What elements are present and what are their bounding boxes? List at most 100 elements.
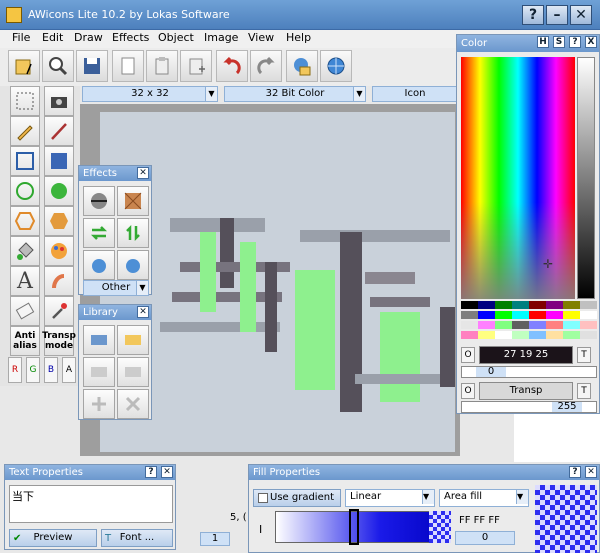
close-icon[interactable]: ✕: [585, 466, 597, 478]
sphere-effect-icon[interactable]: [83, 186, 115, 216]
opacity-toggle-2[interactable]: O: [461, 383, 475, 399]
preview-button[interactable]: ✔ Preview: [9, 529, 97, 547]
app-icon: [6, 7, 22, 23]
icon-combo[interactable]: Icon: [372, 86, 458, 102]
menu-help[interactable]: Help: [286, 31, 311, 44]
gradient-type-combo[interactable]: Linear ▼: [345, 489, 435, 507]
main-toolbar: [0, 48, 460, 86]
close-icon[interactable]: ✕: [161, 466, 173, 478]
color-swatches[interactable]: [461, 301, 597, 341]
color-panel: Color H S ? X ✛ O 27 19 25 T 0 O Transp …: [456, 34, 600, 414]
rgb-value-field[interactable]: 27 19 25: [479, 346, 573, 364]
chevron-down-icon: ▼: [516, 490, 528, 504]
effects-other-combo[interactable]: Other ▼: [83, 280, 149, 296]
zoom-icon[interactable]: [42, 50, 74, 82]
library-delete-icon[interactable]: [117, 389, 149, 419]
transp-color-field[interactable]: Transp: [479, 382, 573, 400]
flip-horizontal-icon[interactable]: [83, 218, 115, 248]
filled-rectangle-icon[interactable]: [44, 146, 74, 176]
channel-b[interactable]: B: [44, 357, 58, 383]
copy-icon[interactable]: [112, 50, 144, 82]
close-icon[interactable]: X: [585, 36, 597, 48]
channel-g[interactable]: G: [26, 357, 40, 383]
minimize-icon[interactable]: –: [546, 5, 568, 25]
save-icon[interactable]: [76, 50, 108, 82]
menu-file[interactable]: File: [12, 31, 30, 44]
menu-draw[interactable]: Draw: [74, 31, 103, 44]
rectangle-icon[interactable]: [10, 146, 40, 176]
library-save-icon[interactable]: [117, 325, 149, 355]
help-icon[interactable]: ?: [569, 36, 581, 48]
library-add-icon[interactable]: [83, 389, 115, 419]
globe-icon[interactable]: [320, 50, 352, 82]
alpha-slider[interactable]: 0: [461, 366, 597, 378]
color-spectrum[interactable]: [461, 57, 575, 299]
eraser-icon[interactable]: [10, 296, 40, 326]
opacity-toggle[interactable]: O: [461, 347, 475, 363]
status-page-field[interactable]: 1: [200, 532, 230, 546]
close-icon[interactable]: ✕: [137, 167, 149, 179]
color-panel-title: Color H S ? X: [457, 35, 599, 52]
web-export-icon[interactable]: [286, 50, 318, 82]
text-input[interactable]: 当下: [9, 485, 173, 523]
swatches-button[interactable]: S: [553, 36, 565, 48]
channel-a[interactable]: A: [62, 357, 76, 383]
transp-mode-toggle[interactable]: Transp mode: [42, 326, 76, 356]
fill-bucket-icon[interactable]: [10, 236, 40, 266]
fill-mode-combo[interactable]: Area fill ▼: [439, 489, 529, 507]
menu-view[interactable]: View: [248, 31, 274, 44]
antialias-toggle[interactable]: Anti alias: [10, 326, 40, 356]
depth-combo[interactable]: 32 Bit Color ▼: [224, 86, 366, 102]
menu-image[interactable]: Image: [204, 31, 238, 44]
library-add-image-icon[interactable]: [83, 357, 115, 387]
use-gradient-checkbox[interactable]: Use gradient: [253, 489, 341, 507]
text-panel-title: Text Properties ? ✕: [5, 465, 175, 480]
close-icon[interactable]: ✕: [137, 306, 149, 318]
transp-label: Transp mode: [42, 331, 76, 351]
drawing-canvas[interactable]: [100, 112, 455, 452]
undo-icon[interactable]: [216, 50, 248, 82]
help-icon[interactable]: ?: [569, 466, 581, 478]
font-button[interactable]: T Font ...: [101, 529, 173, 547]
menu-effects[interactable]: Effects: [112, 31, 149, 44]
filled-ellipse-icon[interactable]: [44, 176, 74, 206]
eyedropper-icon[interactable]: [44, 296, 74, 326]
paste-new-icon[interactable]: [180, 50, 212, 82]
camera-icon[interactable]: [44, 86, 74, 116]
open-icon[interactable]: [8, 50, 40, 82]
select-tool-icon[interactable]: [10, 86, 40, 116]
text-tool-icon[interactable]: A: [10, 266, 40, 296]
size-combo[interactable]: 32 x 32 ▼: [82, 86, 218, 102]
texture-effect-icon[interactable]: [117, 186, 149, 216]
transparency-toggle-2[interactable]: T: [577, 383, 591, 399]
gradient-stop[interactable]: [349, 509, 359, 545]
hexagon-icon[interactable]: [10, 206, 40, 236]
paste-icon[interactable]: [146, 50, 178, 82]
gradient-position-field[interactable]: 0: [455, 531, 515, 545]
pencil-icon[interactable]: [10, 116, 40, 146]
gradient-bar[interactable]: [275, 511, 451, 543]
help-icon[interactable]: ?: [145, 466, 157, 478]
canvas-pixel: [380, 312, 420, 402]
help-icon[interactable]: ?: [522, 5, 544, 25]
close-icon[interactable]: ✕: [570, 5, 592, 25]
hsv-button[interactable]: H: [537, 36, 549, 48]
library-export-icon[interactable]: [117, 357, 149, 387]
library-open-icon[interactable]: [83, 325, 115, 355]
ellipse-icon[interactable]: [10, 176, 40, 206]
redo-icon[interactable]: [250, 50, 282, 82]
rotate-right-icon[interactable]: [117, 250, 149, 280]
palette-icon[interactable]: [44, 236, 74, 266]
chevron-down-icon: ▼: [205, 87, 217, 101]
flip-vertical-icon[interactable]: [117, 218, 149, 248]
line-icon[interactable]: [44, 116, 74, 146]
smudge-icon[interactable]: [44, 266, 74, 296]
menu-object[interactable]: Object: [158, 31, 194, 44]
channel-r[interactable]: R: [8, 357, 22, 383]
transp-slider[interactable]: 255: [461, 401, 597, 413]
filled-hexagon-icon[interactable]: [44, 206, 74, 236]
menu-edit[interactable]: Edit: [42, 31, 63, 44]
rotate-left-icon[interactable]: [83, 250, 115, 280]
transparency-toggle[interactable]: T: [577, 347, 591, 363]
brightness-slider[interactable]: [577, 57, 595, 299]
